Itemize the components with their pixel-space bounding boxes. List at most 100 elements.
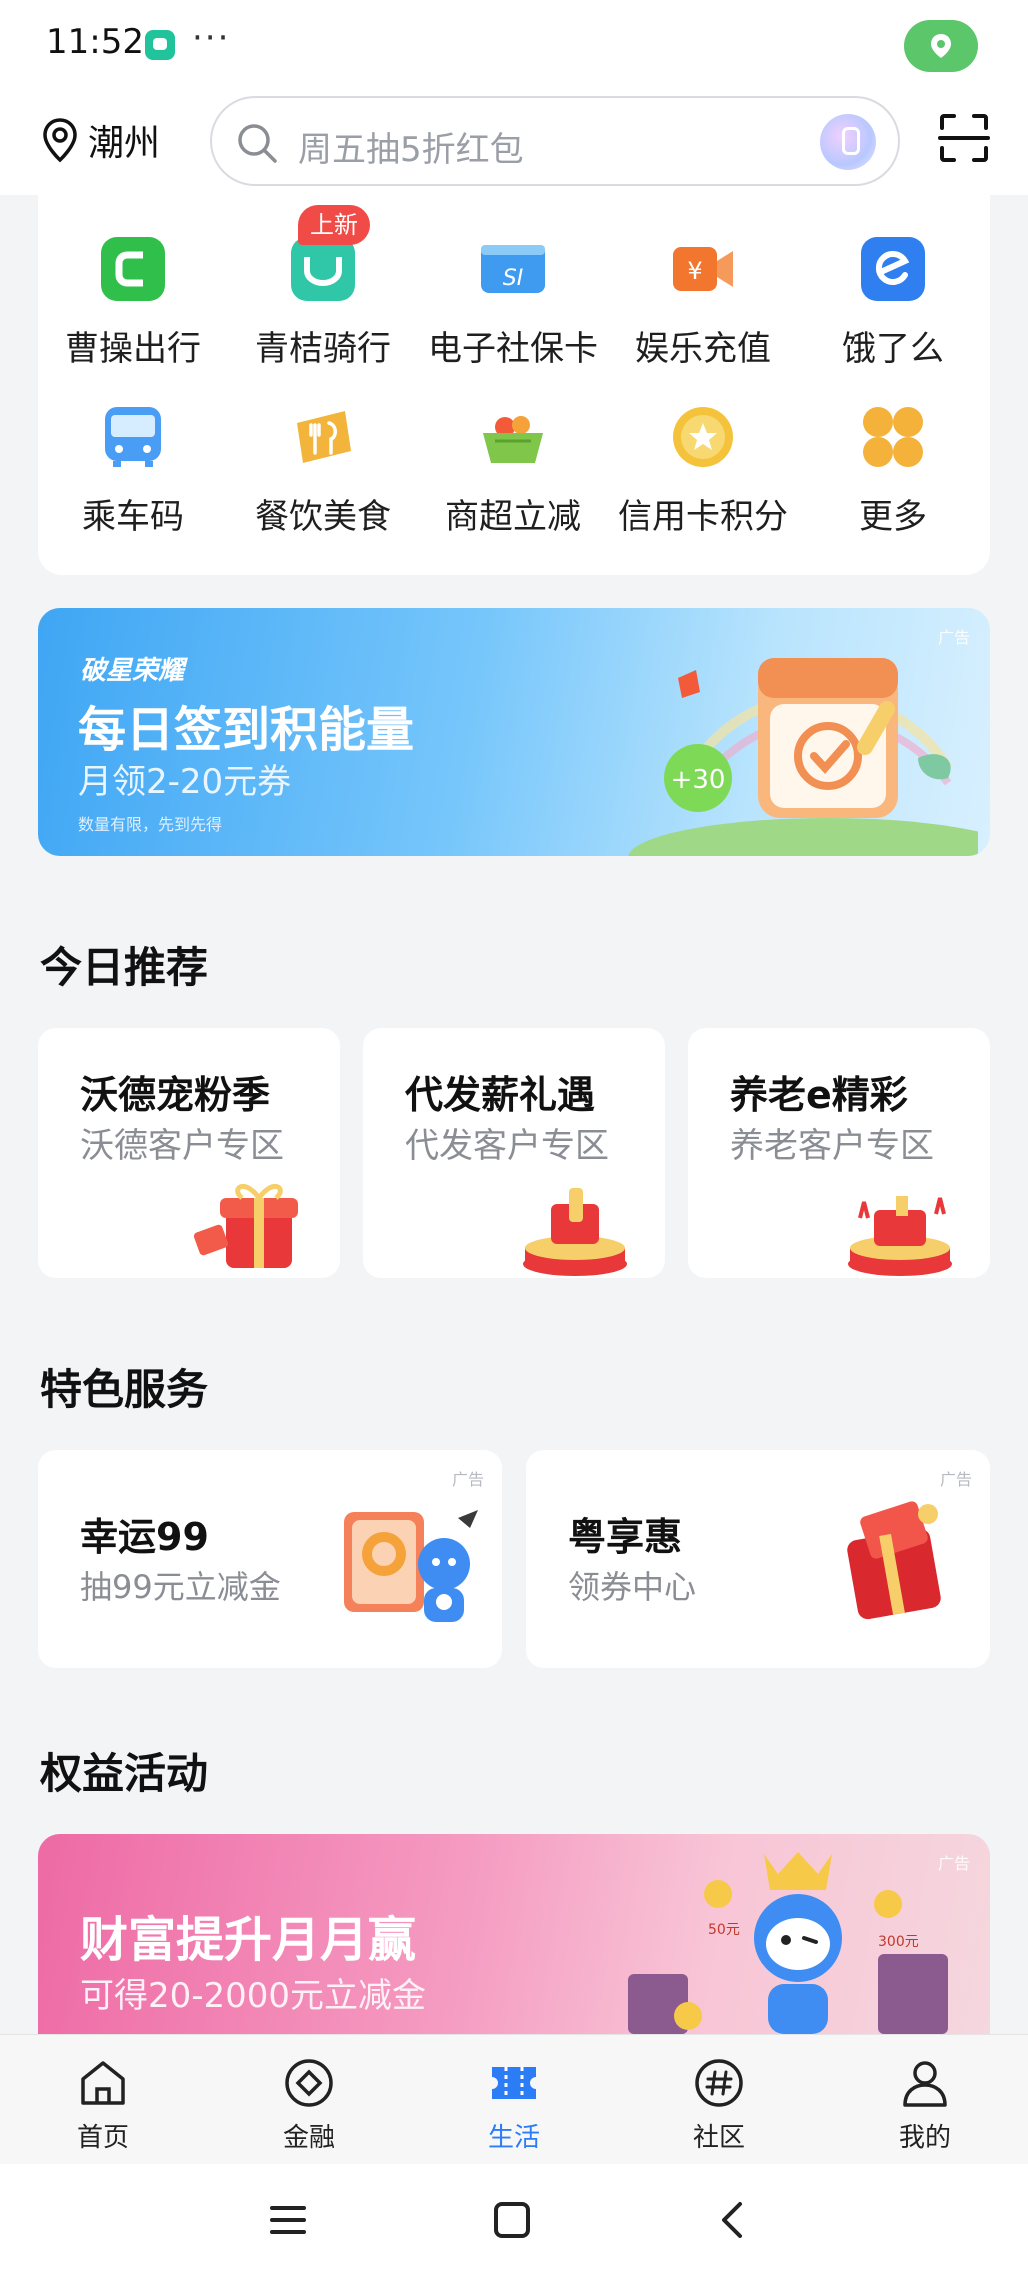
search-icon xyxy=(238,124,277,163)
status-bar: 11:52 ··· xyxy=(0,0,1028,90)
status-more-dots: ··· xyxy=(192,18,231,58)
service-eleme[interactable]: 饿了么 xyxy=(798,235,988,385)
tab-label: 首页 xyxy=(76,2123,129,2153)
tab-life[interactable]: 生活 xyxy=(449,2047,579,2157)
gift-podium-illustration xyxy=(848,1196,952,1276)
mascot-crown-illustration: 50元 300元 xyxy=(628,1852,948,2034)
finance-icon xyxy=(285,2059,333,2107)
location-pill-icon[interactable] xyxy=(904,20,978,72)
service-label: 信用卡积分 xyxy=(618,497,788,537)
back-icon[interactable] xyxy=(712,2198,756,2242)
service-bus-code[interactable]: 乘车码 xyxy=(38,403,228,553)
lucky-mascot-illustration xyxy=(344,1510,478,1622)
service-label: 青桔骑行 xyxy=(255,329,391,369)
checkin-banner[interactable]: 破星荣耀 每日签到积能量 月领2-20元券 数量有限，先到先得 广告 +30 xyxy=(38,608,990,856)
home-icon xyxy=(81,2061,125,2105)
feature-subtitle: 领券中心 xyxy=(568,1568,697,1606)
city-selector[interactable]: 潮州 xyxy=(40,110,160,170)
recommend-title: 代发薪礼遇 xyxy=(405,1073,596,1117)
credit-points-icon xyxy=(673,407,733,467)
feature-title: 幸运99 xyxy=(80,1515,209,1559)
coupon-gift-illustration xyxy=(847,1501,941,1620)
bottom-tab-bar: 首页 金融 生活 社区 我的 xyxy=(0,2034,1028,2164)
banner-points-badge: +30 xyxy=(671,765,726,795)
service-label: 电子社保卡 xyxy=(428,329,598,369)
tab-community[interactable]: 社区 xyxy=(654,2047,784,2157)
service-qingju[interactable]: 青桔骑行 xyxy=(228,235,418,385)
service-supermarket[interactable]: 商超立减 xyxy=(418,403,608,553)
tab-label: 社区 xyxy=(692,2123,745,2153)
menu-icon[interactable] xyxy=(266,2198,310,2242)
more-grid-icon xyxy=(863,407,923,467)
scan-icon[interactable] xyxy=(938,112,990,164)
service-social-security[interactable]: SI 电子社保卡 xyxy=(418,235,608,385)
service-caocao[interactable]: 曹操出行 xyxy=(38,235,228,385)
tab-label: 我的 xyxy=(898,2123,951,2153)
feature-card-yuexianghui[interactable]: 粤享惠 领券中心 广告 xyxy=(526,1450,990,1668)
recommend-title: 沃德宠粉季 xyxy=(80,1073,271,1117)
tab-label: 金融 xyxy=(282,2123,335,2153)
system-nav-bar xyxy=(0,2164,1028,2284)
banner-subtitle: 月领2-20元券 xyxy=(78,762,292,802)
app-notification-icon xyxy=(145,30,175,60)
home-square-icon[interactable] xyxy=(490,2198,534,2242)
banner-note: 数量有限，先到先得 xyxy=(78,815,223,834)
search-input[interactable]: 周五抽5折红包 xyxy=(210,96,900,186)
food-icon xyxy=(297,411,351,463)
ad-tag: 广告 xyxy=(939,1470,972,1489)
service-credit-points[interactable]: 信用卡积分 xyxy=(608,403,798,553)
feature-subtitle: 抽99元立减金 xyxy=(80,1568,281,1606)
social-security-card-icon: SI xyxy=(481,245,545,293)
service-label: 更多 xyxy=(859,497,927,537)
gift-box-illustration xyxy=(193,1184,298,1268)
banner-brand: 破星荣耀 xyxy=(80,656,185,686)
tab-label: 生活 xyxy=(487,2123,540,2153)
search-placeholder: 周五抽5折红包 xyxy=(298,130,524,170)
wealth-banner[interactable]: 财富提升月月赢 可得20-2000元立减金 广告 50元 300元 xyxy=(38,1834,990,2034)
recommend-subtitle: 代发客户专区 xyxy=(405,1126,609,1166)
caocao-icon xyxy=(101,237,165,301)
section-title-features: 特色服务 xyxy=(40,1365,209,1414)
recommend-card-pension[interactable]: 养老e精彩 养老客户专区 xyxy=(688,1028,990,1278)
section-title-benefits: 权益活动 xyxy=(40,1749,209,1798)
quick-services-grid: 曹操出行 青桔骑行 SI 电子社保卡 ¥ 娱乐充值 饿了么 乘车码 餐饮美食 商… xyxy=(38,195,990,575)
tab-profile[interactable]: 我的 xyxy=(860,2047,990,2157)
qingju-icon xyxy=(291,237,355,301)
supermarket-basket-icon xyxy=(483,416,543,463)
recommend-subtitle: 养老客户专区 xyxy=(730,1126,934,1166)
header: 潮州 周五抽5折红包 xyxy=(0,90,1028,195)
eleme-icon xyxy=(861,237,925,301)
recommend-card-wode[interactable]: 沃德宠粉季 沃德客户专区 xyxy=(38,1028,340,1278)
profile-icon xyxy=(903,2061,947,2107)
tab-finance[interactable]: 金融 xyxy=(244,2047,374,2157)
service-label: 饿了么 xyxy=(842,329,944,369)
status-time: 11:52 xyxy=(46,22,144,62)
service-label: 曹操出行 xyxy=(65,329,201,369)
banner-subtitle: 可得20-2000元立减金 xyxy=(80,1976,427,2016)
coin-label-300: 300元 xyxy=(878,1934,919,1950)
bus-code-icon xyxy=(105,407,161,467)
life-ticket-icon xyxy=(492,2067,536,2099)
recommend-card-payroll[interactable]: 代发薪礼遇 代发客户专区 xyxy=(363,1028,665,1278)
banner-title: 财富提升月月赢 xyxy=(80,1912,417,1968)
coin-label-50: 50元 xyxy=(708,1922,740,1938)
banner-title: 每日签到积能量 xyxy=(78,702,415,758)
tab-home[interactable]: 首页 xyxy=(38,2047,168,2157)
location-pin-icon xyxy=(43,118,77,163)
svg-text:SI: SI xyxy=(503,266,523,291)
service-label: 商超立减 xyxy=(445,497,581,537)
new-badge: 上新 xyxy=(298,205,370,245)
community-hash-icon xyxy=(695,2059,743,2107)
voice-icon[interactable] xyxy=(820,114,876,170)
service-label: 乘车码 xyxy=(82,497,184,537)
service-label: 娱乐充值 xyxy=(635,329,771,369)
recommend-subtitle: 沃德客户专区 xyxy=(80,1126,284,1166)
service-food[interactable]: 餐饮美食 xyxy=(228,403,418,553)
service-more[interactable]: 更多 xyxy=(798,403,988,553)
service-label: 餐饮美食 xyxy=(255,497,391,537)
feature-title: 粤享惠 xyxy=(568,1515,683,1559)
service-entertainment-topup[interactable]: ¥ 娱乐充值 xyxy=(608,235,798,385)
svg-text:¥: ¥ xyxy=(687,257,702,285)
feature-card-lucky99[interactable]: 幸运99 抽99元立减金 广告 xyxy=(38,1450,502,1668)
gift-podium-illustration xyxy=(523,1188,627,1276)
